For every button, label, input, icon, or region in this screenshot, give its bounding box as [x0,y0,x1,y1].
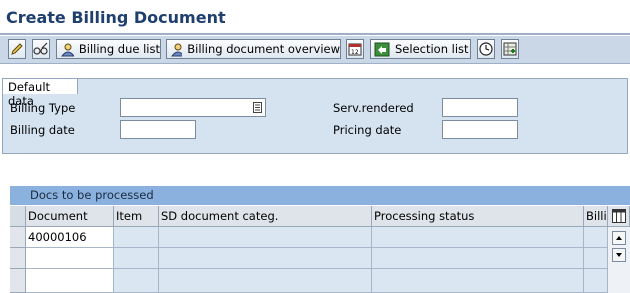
calendar-button[interactable]: 12 [346,39,364,59]
default-data-tab: Default data [2,78,78,108]
selection-list-button[interactable]: Selection list [370,39,471,59]
row-selector[interactable] [10,269,26,293]
calendar-icon: 12 [348,43,362,56]
svg-text:12: 12 [351,49,359,56]
table-settings-button[interactable] [608,206,630,227]
billing-type-field[interactable] [120,98,266,117]
table-cell-processing-status[interactable] [372,227,584,248]
billing-due-list-button[interactable]: Billing due list [56,39,161,59]
col-header-sd-document-categ[interactable]: SD document categ. [159,206,372,227]
table-cell-item[interactable] [114,269,159,293]
table-cell-billing[interactable] [584,248,608,269]
col-header-document[interactable]: Document [26,206,114,227]
page-title: Create Billing Document [6,8,226,27]
docs-table: Document Item SD document categ. Process… [10,206,630,293]
table-cell-item[interactable] [114,248,159,269]
display-change-button[interactable] [32,39,50,59]
select-all-cell[interactable] [10,206,26,227]
value-help-icon[interactable] [253,102,262,113]
col-header-processing-status[interactable]: Processing status [372,206,584,227]
table-cell-sd-document-categ[interactable] [159,269,372,293]
table-cell-billing[interactable] [584,227,608,248]
scroll-up-button[interactable] [612,231,626,245]
clock-icon [479,42,493,56]
table-cell-item[interactable] [114,227,159,248]
selection-list-label: Selection list [395,42,469,56]
table-cell-billing[interactable] [584,269,608,293]
table-cell-sd-document-categ[interactable] [159,248,372,269]
table-cell-document[interactable]: 40000106 [26,227,114,248]
scroll-down-button[interactable] [612,248,626,262]
title-divider [0,33,630,35]
pencil-icon [11,43,23,55]
append-grid-icon [503,42,517,56]
col-header-item[interactable]: Item [114,206,159,227]
clock-button[interactable] [477,39,495,59]
billing-date-field[interactable] [120,120,196,139]
billing-type-label: Billing Type [10,101,76,115]
pricing-date-label: Pricing date [333,123,402,137]
table-cell-document[interactable] [26,269,114,293]
table-cell-sd-document-categ[interactable] [159,227,372,248]
table-cell-processing-status[interactable] [372,248,584,269]
table-cell-document[interactable] [26,248,114,269]
person-list-icon [60,43,74,56]
row-selector[interactable] [10,248,26,269]
application-toolbar: Billing due list Billing document overvi… [0,36,630,64]
edit-pencil-button[interactable] [8,39,26,59]
billing-due-list-label: Billing due list [78,42,160,56]
docs-table-title: Docs to be processed [30,188,154,202]
docs-table-title-bar: Docs to be processed [10,186,630,205]
default-data-panel [2,78,628,154]
table-vertical-scrollbar[interactable] [608,227,630,293]
title-bar: Create Billing Document [0,0,630,32]
billing-document-overview-button[interactable]: Billing document overview [166,39,341,59]
serv-rendered-label: Serv.rendered [333,101,414,115]
table-settings-icon [612,209,626,223]
table-cell-processing-status[interactable] [372,269,584,293]
arrow-up-icon [616,236,622,240]
append-button[interactable] [501,39,519,59]
glasses-pencil-icon [33,42,48,55]
arrow-down-icon [616,253,622,257]
billing-date-label: Billing date [10,123,75,137]
row-selector[interactable] [10,227,26,248]
person-overview-icon [170,43,183,56]
billing-document-overview-label: Billing document overview [187,42,340,56]
serv-rendered-field[interactable] [442,98,518,117]
pricing-date-field[interactable] [442,120,518,139]
selection-list-icon [374,42,390,56]
col-header-billing[interactable]: Billi [584,206,608,227]
